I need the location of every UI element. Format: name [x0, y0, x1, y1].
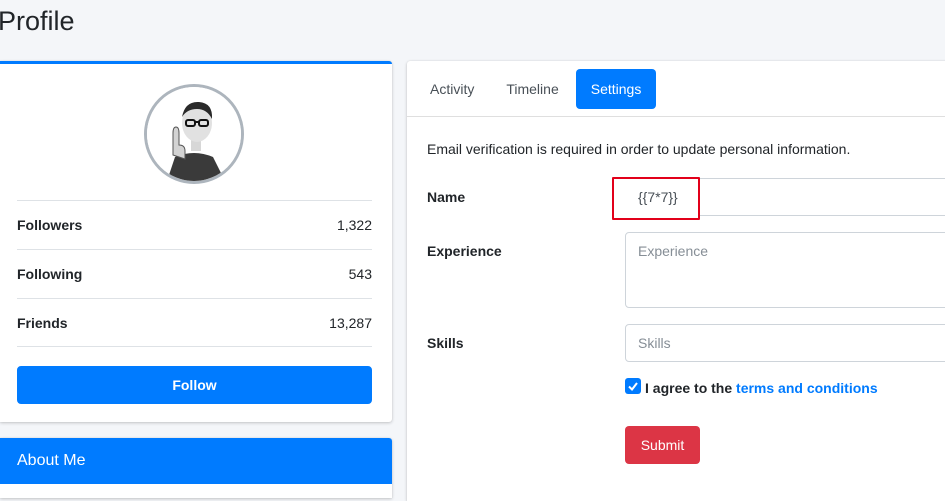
agree-text: I agree to the [645, 380, 733, 396]
stat-value: 1,322 [336, 217, 372, 233]
stat-followers: Followers 1,322 [17, 200, 372, 249]
settings-card: Activity Timeline Settings Email verific… [407, 61, 945, 501]
tab-settings[interactable]: Settings [575, 68, 657, 109]
experience-textarea[interactable]: Experience [625, 232, 945, 308]
experience-label: Experience [427, 243, 502, 259]
agree-label: I agree to the terms and conditions [645, 380, 878, 396]
stat-label: Followers [17, 217, 83, 233]
stats-list: Followers 1,322 Following 543 Friends 13… [17, 200, 372, 347]
skills-label: Skills [427, 335, 464, 351]
stat-friends: Friends 13,287 [17, 298, 372, 347]
tab-timeline[interactable]: Timeline [491, 69, 573, 109]
stat-value: 13,287 [329, 314, 372, 331]
stat-value: 543 [348, 266, 372, 282]
tab-bar: Activity Timeline Settings [407, 61, 945, 117]
check-icon [628, 382, 638, 392]
verification-notice: Email verification is required in order … [427, 141, 851, 157]
about-title: About Me [0, 438, 392, 484]
agree-checkbox[interactable] [625, 378, 641, 394]
page-title: Profile [0, 6, 75, 36]
follow-button[interactable]: Follow [17, 366, 372, 404]
about-card: About Me [0, 438, 392, 498]
tab-activity[interactable]: Activity [415, 69, 489, 109]
avatar [144, 84, 244, 184]
terms-link[interactable]: terms and conditions [736, 380, 878, 396]
avatar-image [147, 87, 241, 181]
skills-input[interactable]: Skills [625, 324, 945, 362]
stat-label: Friends [17, 314, 68, 331]
submit-button[interactable]: Submit [625, 426, 700, 464]
name-value-highlight: {{7*7}} [612, 177, 700, 220]
stat-following: Following 543 [17, 249, 372, 298]
name-label: Name [427, 189, 466, 205]
profile-card: Followers 1,322 Following 543 Friends 13… [0, 61, 392, 422]
stat-label: Following [17, 266, 83, 282]
